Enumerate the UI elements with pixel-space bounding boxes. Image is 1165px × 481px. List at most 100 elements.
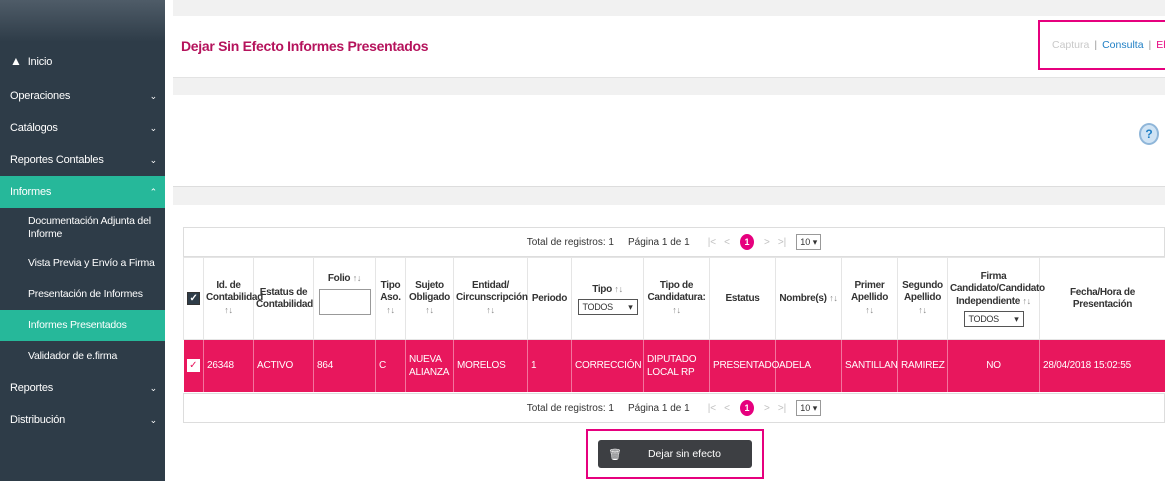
dejar-sin-efecto-button[interactable]: 🗑 Dejar sin efecto [598,440,752,468]
cell-tipo-candidatura: DIPUTADO LOCAL RP [643,339,710,392]
results-panel: Total de registros: 1 Página 1 de 1 |< <… [173,205,1165,481]
col-estatus: Estatus [709,257,776,340]
col-fecha: Fecha/Hora de Presentación [1039,257,1165,340]
first-page-icon[interactable]: |< [708,237,716,248]
help-icon[interactable]: ? [1139,123,1159,145]
sidebar-item-catalogos[interactable]: Catálogos ⌄ [0,112,165,144]
trash-icon: 🗑 [608,448,622,461]
tipo-filter-select[interactable]: TODOS ▾ [577,298,638,315]
sidebar-subitem-vista-previa[interactable]: Vista Previa y Envío a Firma [0,248,165,279]
cell-fecha: 28/04/2018 15:02:55 [1039,339,1165,392]
sort-icon[interactable]: ↑↓ [386,305,395,315]
mode-captura-link[interactable]: Captura [1052,39,1089,51]
cell-periodo: 1 [527,339,572,392]
next-page-icon[interactable]: > [764,237,770,248]
per-page-select[interactable]: 10 ▾ [796,400,822,416]
sort-icon[interactable]: ↑↓ [486,305,495,315]
sidebar-subitem-presentacion[interactable]: Presentación de Informes [0,279,165,310]
sort-icon[interactable]: ↑↓ [672,305,681,315]
col-segundo-apellido[interactable]: Segundo Apellido ↑↓ [897,257,948,340]
info-panel: ? [173,95,1165,187]
sidebar-item-operaciones[interactable]: Operaciones ⌄ [0,80,165,112]
cell-nombre: ADELA [775,339,842,392]
sort-icon[interactable]: ↑↓ [614,284,623,294]
cell-sujeto: NUEVA ALIANZA [405,339,454,392]
last-page-icon[interactable]: >| [778,237,786,248]
cell-entidad: MORELOS [453,339,528,392]
page-header: Dejar Sin Efecto Informes Presentados Ca… [173,16,1165,78]
col-tipo[interactable]: Tipo ↑↓ TODOS ▾ [571,257,644,340]
pager-bottom: Total de registros: 1 Página 1 de 1 |< <… [183,393,1165,423]
sort-icon[interactable]: ↑↓ [918,305,927,315]
col-primer-apellido[interactable]: Primer Apellido ↑↓ [841,257,898,340]
sidebar: ▲ Inicio Operaciones ⌄ Catálogos ⌄ Reportes… [0,0,165,481]
col-entidad[interactable]: Entidad/ Circunscripción ↑↓ [453,257,528,340]
sort-icon[interactable]: ↑↓ [865,305,874,315]
chevron-down-icon: ⌄ [149,154,158,165]
col-tipo-aso[interactable]: Tipo Aso. ↑↓ [375,257,406,340]
cell-id: 26348 [203,339,254,392]
content-gutter [165,0,173,481]
cell-folio: 864 [313,339,376,392]
sidebar-item-inicio[interactable]: ▲ Inicio [0,42,165,80]
sort-icon[interactable]: ↑↓ [425,305,434,315]
sort-icon[interactable]: ↑↓ [1022,296,1031,306]
chevron-up-icon: ⌃ [149,186,158,197]
sidebar-item-reportes-contables[interactable]: Reportes Contables ⌄ [0,144,165,176]
cell-tipo: CORRECCIÓN [571,339,644,392]
col-sujeto[interactable]: Sujeto Obligado ↑↓ [405,257,454,340]
dejar-sin-efecto-label: Dejar sin efecto [647,448,721,460]
col-nombre[interactable]: Nombre(s) ↑↓ [775,257,842,340]
row-checkbox[interactable]: ✓ [186,359,200,373]
select-all-header: ✓ [183,257,204,340]
first-page-icon[interactable]: |< [708,403,716,414]
col-estatus-contabilidad: Estatus de Contabilidad [253,257,314,340]
cell-estatus: PRESENTADO [709,339,779,392]
col-firma[interactable]: Firma Candidato/Candidato Independiente … [947,257,1045,340]
chevron-down-icon: ⌄ [149,122,158,133]
mode-consulta-link[interactable]: Consulta [1102,39,1143,51]
row-checkbox-cell: ✓ [183,339,204,392]
sidebar-item-reportes[interactable]: Reportes ⌄ [0,372,165,404]
total-records: Total de registros: 1 [526,236,614,248]
results-table: ✓ Id. de Contabilidad ↑↓ Estatus de Conta… [183,257,1165,392]
sidebar-subitem-informes-presentados[interactable]: Informes Presentados [0,310,165,341]
mode-eliminar-link[interactable]: Elimin [1156,39,1165,51]
col-tipo-candidatura[interactable]: Tipo de Candidatura: ↑↓ [643,257,710,340]
action-highlight: 🗑 Dejar sin efecto [586,429,764,479]
next-page-icon[interactable]: > [764,403,770,414]
page-title: Dejar Sin Efecto Informes Presentados [181,38,429,54]
mode-separator: | [1148,39,1152,51]
page-info: Página 1 de 1 [627,402,690,414]
current-page-button[interactable]: 1 [739,234,754,250]
select-all-checkbox[interactable]: ✓ [187,292,200,305]
table-row[interactable]: ✓ 26348 ACTIVO 864 C NUEVA ALIANZA MOREL… [183,339,1165,392]
prev-page-icon[interactable]: < [724,237,730,248]
cell-estatus-contabilidad: ACTIVO [253,339,314,392]
current-page-button[interactable]: 1 [739,400,754,416]
total-records: Total de registros: 1 [526,402,614,414]
sidebar-subitem-documentacion[interactable]: Documentación Adjunta del Informe [0,208,165,248]
sidebar-item-distribucion[interactable]: Distribución ⌄ [0,404,165,436]
cell-primer-apellido: SANTILLAN [841,339,898,392]
folio-filter-input[interactable] [318,289,371,315]
firma-filter-select[interactable]: TODOS ▾ [963,310,1024,327]
chevron-down-icon: ⌄ [149,414,158,425]
col-id[interactable]: Id. de Contabilidad ↑↓ [203,257,263,340]
sort-icon[interactable]: ↑↓ [829,293,838,303]
table-header-row: ✓ Id. de Contabilidad ↑↓ Estatus de Conta… [183,257,1165,340]
prev-page-icon[interactable]: < [724,403,730,414]
col-periodo: Periodo [527,257,572,340]
chevron-down-icon: ⌄ [149,382,158,393]
sort-icon[interactable]: ↑↓ [224,305,233,315]
last-page-icon[interactable]: >| [778,403,786,414]
cell-firma: NO [947,339,1040,392]
col-folio[interactable]: Folio ↑↓ [313,257,376,340]
cell-segundo-apellido: RAMIREZ [897,339,948,392]
per-page-select[interactable]: 10 ▾ [796,234,822,250]
sidebar-subitem-validador[interactable]: Validador de e.firma [0,341,165,372]
pager-top: Total de registros: 1 Página 1 de 1 |< <… [183,227,1165,257]
sidebar-item-informes[interactable]: Informes ⌃ [0,176,165,208]
mode-switch: Captura | Consulta | Elimin [1038,20,1165,70]
sort-icon[interactable]: ↑↓ [353,273,362,283]
